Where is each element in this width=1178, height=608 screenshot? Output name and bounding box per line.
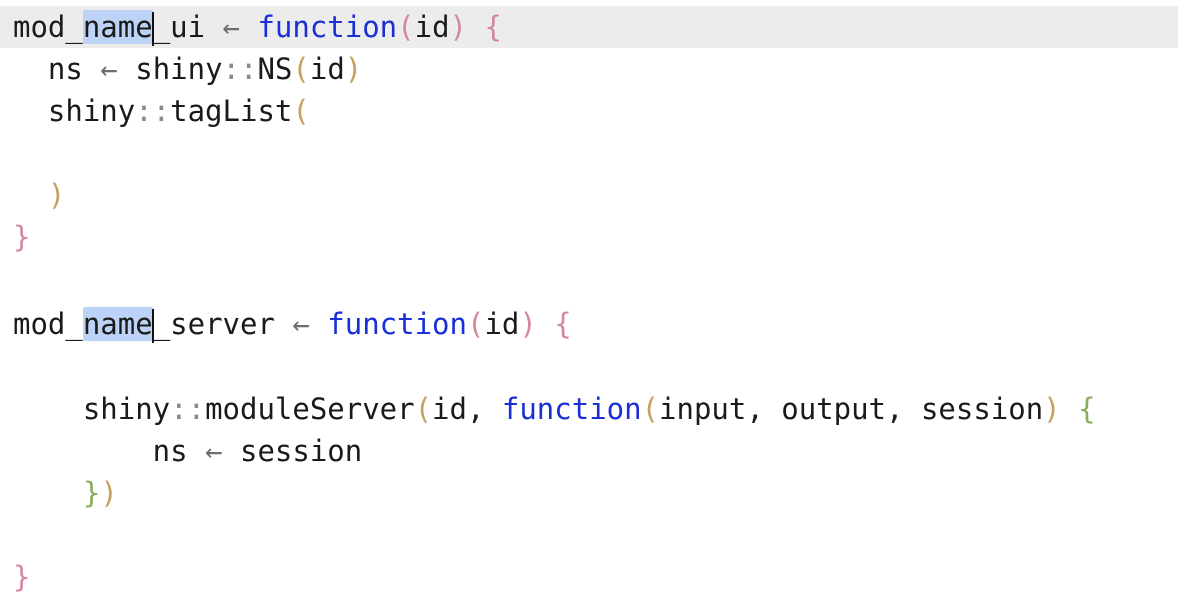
code-line-12[interactable]: }) bbox=[0, 472, 1178, 514]
bracket: ( bbox=[414, 392, 433, 426]
namespace-operator: :: bbox=[222, 52, 258, 86]
namespace-operator: :: bbox=[135, 94, 171, 128]
code-line-14[interactable]: } bbox=[0, 556, 1178, 598]
code-line-7[interactable] bbox=[0, 258, 1178, 300]
code-line-13[interactable] bbox=[0, 514, 1178, 556]
code-token: ns bbox=[13, 52, 83, 86]
bracket: ) bbox=[13, 178, 66, 212]
code-editor[interactable]: mod_name_ui ← function(id) { ns ← shiny:… bbox=[0, 0, 1178, 608]
assign-operator: ← bbox=[274, 307, 328, 341]
code-token: shiny bbox=[13, 94, 136, 128]
code-line-4[interactable] bbox=[0, 132, 1178, 174]
keyword-function: function bbox=[327, 307, 467, 341]
code-line-11[interactable]: ns ← session bbox=[0, 430, 1178, 472]
code-token: moduleServer bbox=[205, 392, 415, 426]
selection-highlight: name bbox=[82, 307, 153, 341]
bracket: ( bbox=[292, 52, 310, 86]
code-token: id bbox=[484, 307, 520, 341]
code-line-10[interactable]: shiny::moduleServer(id, function(input, … bbox=[0, 388, 1178, 430]
code-token: ns bbox=[13, 434, 188, 468]
assign-operator: ← bbox=[187, 434, 240, 468]
namespace-operator: :: bbox=[170, 392, 206, 426]
code-line-1[interactable]: mod_name_ui ← function(id) { bbox=[0, 6, 1178, 48]
code-line-6[interactable]: } bbox=[0, 216, 1178, 258]
bracket: ( bbox=[292, 94, 310, 128]
bracket: { bbox=[536, 307, 572, 341]
bracket: ) bbox=[519, 307, 537, 341]
bracket: ( bbox=[397, 10, 415, 44]
code-line-2[interactable]: ns ← shiny::NS(id) bbox=[0, 48, 1178, 90]
code-token: id, bbox=[432, 392, 502, 426]
bracket: { bbox=[467, 10, 502, 44]
code-token: input, output, session bbox=[659, 392, 1044, 426]
bracket: ) bbox=[449, 10, 468, 44]
code-line-9[interactable] bbox=[0, 346, 1178, 388]
code-token: mod_ bbox=[13, 10, 83, 44]
code-line-5[interactable]: ) bbox=[0, 174, 1178, 216]
bracket: } bbox=[13, 560, 31, 594]
code-line-3[interactable]: shiny::tagList( bbox=[0, 90, 1178, 132]
keyword-function: function bbox=[501, 392, 642, 426]
code-token: id bbox=[309, 52, 345, 86]
bracket: ) bbox=[1043, 392, 1061, 426]
code-line-8[interactable]: mod_name_server ← function(id) { bbox=[0, 303, 1178, 345]
code-token: NS bbox=[257, 52, 293, 86]
bracket: } bbox=[13, 220, 31, 254]
code-token: shiny bbox=[135, 52, 223, 86]
selection-highlight: name bbox=[82, 10, 153, 44]
code-token: mod_ bbox=[13, 307, 83, 341]
assign-operator: ← bbox=[82, 52, 136, 86]
assign-operator: ← bbox=[205, 10, 258, 44]
code-token: shiny bbox=[13, 392, 171, 426]
keyword-function: function bbox=[257, 10, 398, 44]
bracket: ) bbox=[100, 476, 118, 510]
bracket: ) bbox=[344, 52, 363, 86]
code-token: session bbox=[240, 434, 363, 468]
bracket: { bbox=[1060, 392, 1096, 426]
bracket: ( bbox=[641, 392, 660, 426]
code-token: tagList bbox=[170, 94, 293, 128]
bracket: } bbox=[13, 476, 101, 510]
code-token: _server bbox=[152, 307, 275, 341]
code-token: id bbox=[414, 10, 450, 44]
bracket: ( bbox=[466, 307, 485, 341]
code-token: _ui bbox=[152, 10, 206, 44]
